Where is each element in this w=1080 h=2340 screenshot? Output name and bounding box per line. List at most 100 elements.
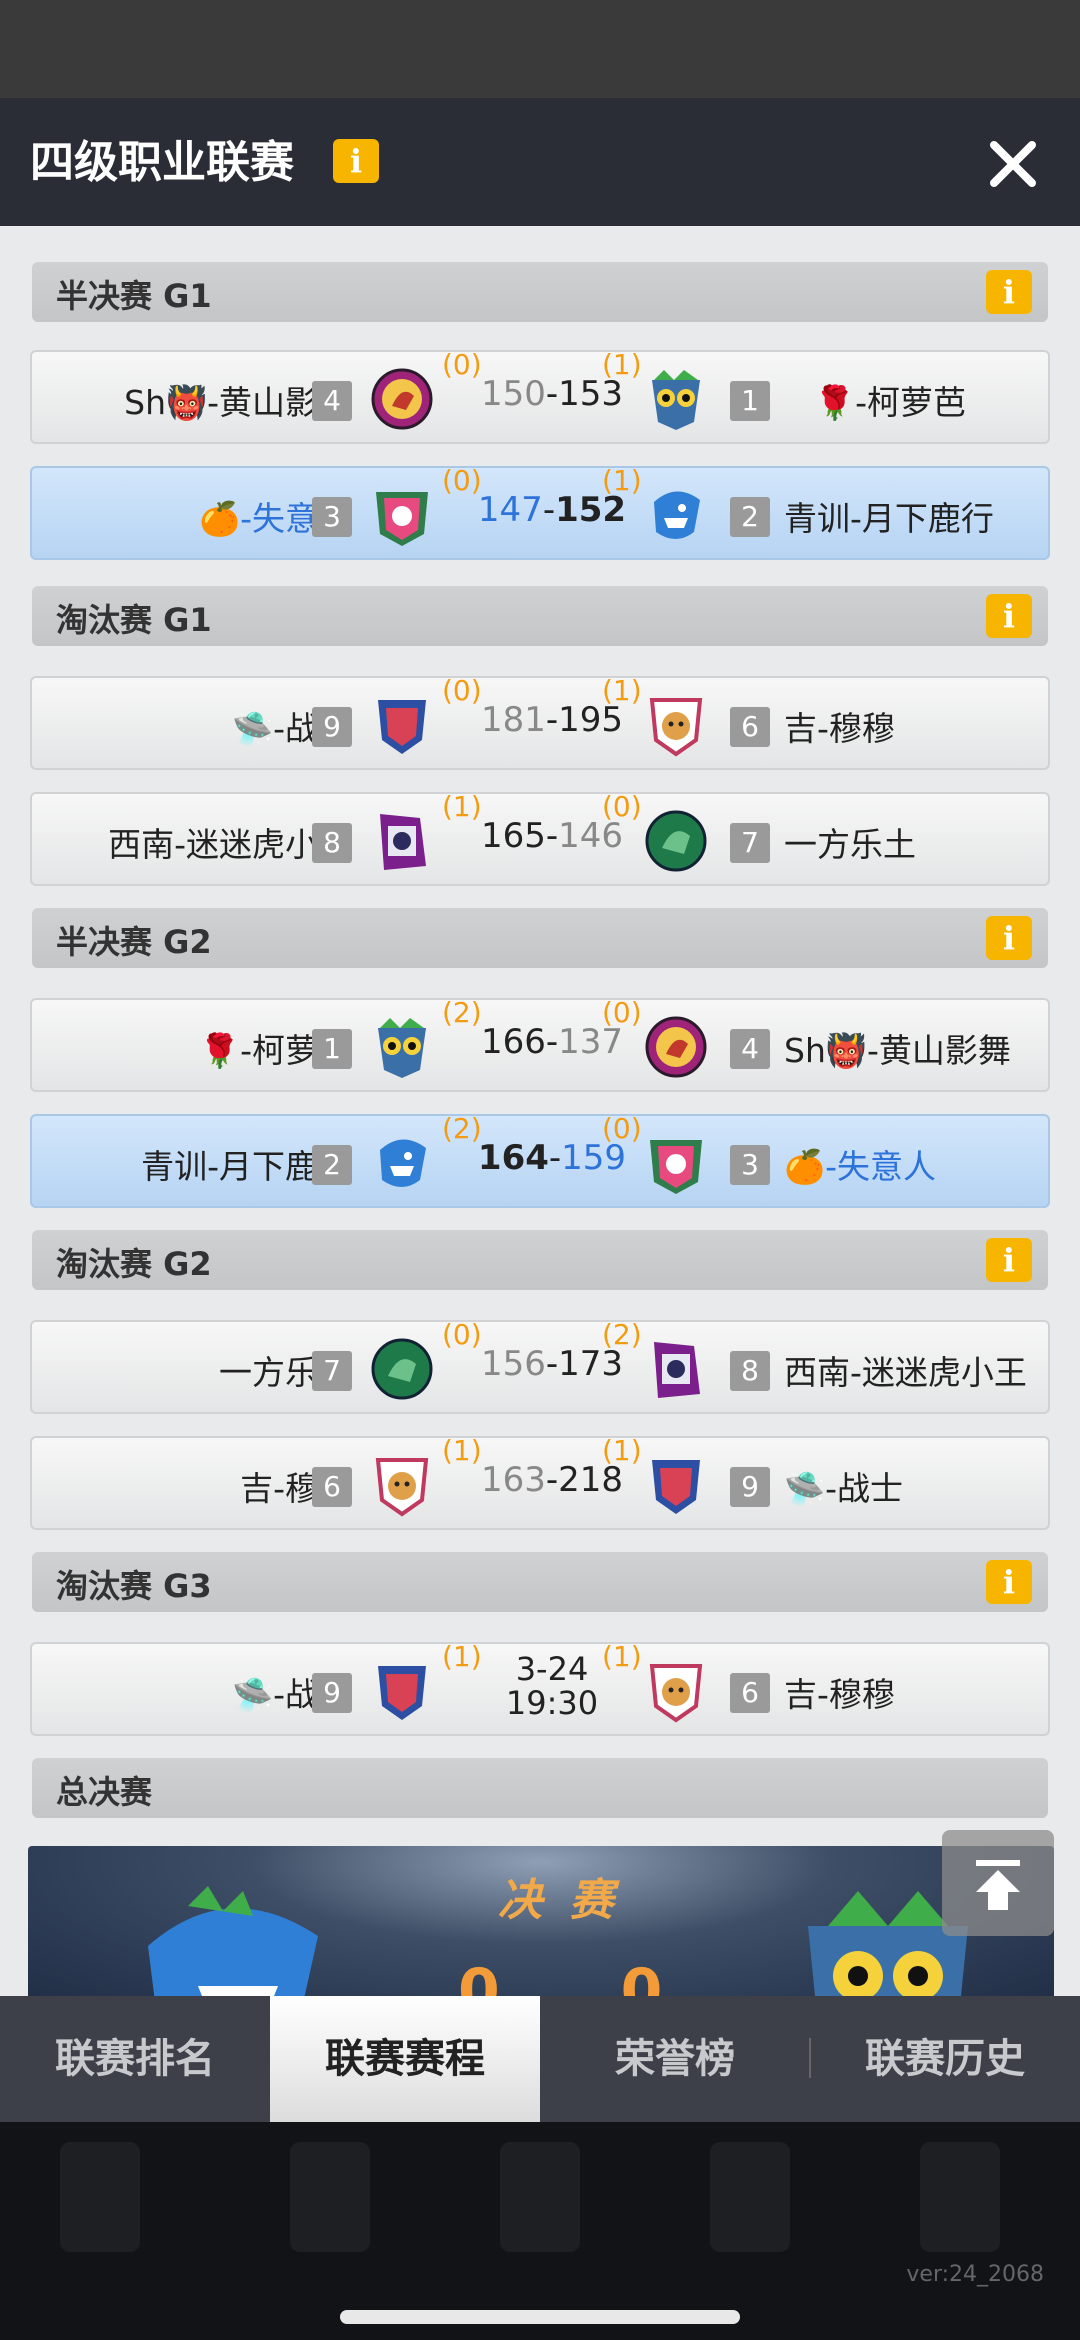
nav-ghost-icon <box>500 2142 580 2252</box>
score-dash: - <box>545 1022 559 1062</box>
right-series-wins: (1) <box>602 674 642 707</box>
right-series-wins: (1) <box>602 1434 642 1467</box>
right-team-name: 青训-月下鹿行 <box>784 499 994 538</box>
score-dash: - <box>545 816 559 856</box>
score-dash: - <box>545 374 559 414</box>
right-seed-badge: 3 <box>730 1145 770 1185</box>
left-score: 156 <box>480 1344 546 1384</box>
left-seed-badge: 2 <box>312 1145 352 1185</box>
section-header: 半决赛 G1 i <box>32 262 1048 322</box>
left-seed-badge: 9 <box>312 707 352 747</box>
section-header: 淘汰赛 G3 i <box>32 1552 1048 1612</box>
info-icon[interactable]: i <box>986 270 1032 314</box>
right-seed-badge: 2 <box>730 497 770 537</box>
right-team-name: 吉-穆穆 <box>784 709 895 748</box>
right-seed-badge: 4 <box>730 1029 770 1069</box>
bottom-navigation: ver:24_2068 <box>0 2122 1080 2340</box>
left-seed-badge: 9 <box>312 1673 352 1713</box>
dragon-team-logo-icon <box>371 1338 433 1400</box>
tab-league-ranking[interactable]: 联赛排名 <box>0 1996 270 2122</box>
match-row[interactable]: Sh👹-黄山影舞 4 (0) 150-153 (1) 1 🌹-柯萝芭 <box>30 348 1050 444</box>
final-score: 0 0 <box>458 1956 713 1996</box>
knight-team-logo-icon <box>378 1666 426 1720</box>
right-seed-badge: 1 <box>730 381 770 421</box>
right-team-name: 🛸-战士 <box>784 1469 903 1508</box>
knight-team-logo-icon <box>378 700 426 754</box>
left-score: 163 <box>480 1460 546 1500</box>
shark-team-logo-icon <box>380 1139 426 1187</box>
section-title: 淘汰赛 G3 <box>56 1567 212 1605</box>
right-series-wins: (0) <box>602 996 642 1029</box>
match-row[interactable]: 吉-穆穆 6 (1) 163-218 (1) 9 🛸-战士 <box>30 1434 1050 1530</box>
left-seed-badge: 7 <box>312 1351 352 1391</box>
left-score: 147 <box>477 490 543 530</box>
match-row[interactable]: 一方乐土 7 (0) 156-173 (2) 8 西南-迷迷虎小王 <box>30 1318 1050 1414</box>
score-dash: - <box>545 1344 559 1384</box>
arrow-up-to-top-icon <box>976 1860 1020 1910</box>
right-team-name: 一方乐土 <box>784 825 916 864</box>
owl-team-logo-icon <box>378 1018 426 1078</box>
final-title: 决 赛 <box>498 1875 620 1926</box>
right-seed-badge: 8 <box>730 1351 770 1391</box>
owl-team-logo-icon <box>652 370 700 430</box>
section-title: 半决赛 G1 <box>56 277 212 315</box>
status-bar <box>0 0 1080 98</box>
nav-ghost-icon <box>710 2142 790 2252</box>
section-title: 半决赛 G2 <box>56 923 212 961</box>
tiger-team-logo-icon <box>654 1342 700 1398</box>
section-header: 半决赛 G2 i <box>32 908 1048 968</box>
match-row-highlighted[interactable]: 🍊-失意人 3 (0) 147-152 (1) 2 青训-月下鹿行 <box>30 464 1050 560</box>
match-row[interactable]: 🌹-柯萝芭 1 (2) 166-137 (0) 4 Sh👹-黄山影舞 <box>30 996 1050 1092</box>
left-seed-badge: 8 <box>312 823 352 863</box>
shark-team-logo-icon <box>148 1886 318 1996</box>
left-seed-badge: 6 <box>312 1467 352 1507</box>
left-score: 150 <box>480 374 546 414</box>
shark-team-logo-icon <box>654 491 700 539</box>
nav-ghost-icon <box>290 2142 370 2252</box>
lynx-team-logo-icon <box>649 1664 703 1723</box>
section-title: 淘汰赛 G1 <box>56 601 212 639</box>
dragon-team-logo-icon <box>645 810 707 872</box>
info-icon[interactable]: i <box>986 1560 1032 1604</box>
match-row[interactable]: 🛸-战士 9 (1) 3-24 19:30 (1) 6 吉-穆穆 <box>30 1640 1050 1736</box>
section-header: 淘汰赛 G2 i <box>32 1230 1048 1290</box>
league-info-icon[interactable]: i <box>333 139 379 183</box>
match-row[interactable]: 西南-迷迷虎小王 8 (1) 165-146 (0) 7 一方乐土 <box>30 790 1050 886</box>
home-indicator[interactable] <box>340 2310 740 2324</box>
info-icon[interactable]: i <box>986 594 1032 638</box>
section-title: 淘汰赛 G2 <box>56 1245 212 1283</box>
scroll-to-top-button[interactable] <box>942 1830 1054 1936</box>
tiger-team-logo-icon <box>380 814 426 870</box>
bird-team-logo-icon <box>650 1140 702 1194</box>
version-label: ver:24_2068 <box>906 2262 1044 2287</box>
match-row-highlighted[interactable]: 青训-月下鹿行 2 (2) 164-159 (0) 3 🍊-失意人 <box>30 1112 1050 1208</box>
left-score: 166 <box>480 1022 546 1062</box>
right-seed-badge: 9 <box>730 1467 770 1507</box>
tab-league-history[interactable]: 联赛历史 <box>810 1996 1080 2122</box>
final-banner[interactable]: 决 赛 0 0 <box>28 1846 1054 1996</box>
right-seed-badge: 6 <box>730 707 770 747</box>
match-row[interactable]: 🛸-战士 9 (0) 181-195 (1) 6 吉-穆穆 <box>30 674 1050 770</box>
dialog-header: 四级职业联赛 <box>0 98 1080 226</box>
tab-bar: 联赛排名 联赛赛程 荣誉榜 联赛历史 <box>0 1996 1080 2122</box>
score-dash: - <box>548 1138 562 1178</box>
right-seed-badge: 6 <box>730 1673 770 1713</box>
left-seed-badge: 1 <box>312 1029 352 1069</box>
lynx-team-logo-icon <box>649 698 703 757</box>
info-icon[interactable]: i <box>986 1238 1032 1282</box>
tab-honor-roll[interactable]: 荣誉榜 <box>540 1996 810 2122</box>
right-series-wins: (1) <box>602 1640 642 1673</box>
section-title: 总决赛 <box>56 1773 153 1811</box>
right-team-name: 西南-迷迷虎小王 <box>784 1353 1027 1392</box>
close-icon[interactable] <box>984 135 1042 193</box>
info-icon[interactable]: i <box>986 916 1032 960</box>
right-series-wins: (0) <box>602 790 642 823</box>
right-series-wins: (0) <box>602 1112 642 1145</box>
tab-league-schedule[interactable]: 联赛赛程 <box>270 1996 540 2122</box>
schedule-list[interactable]: 半决赛 G1 i Sh👹-黄山影舞 4 (0) 150-153 (1) 1 🌹-… <box>0 226 1080 1996</box>
left-score: 164 <box>477 1138 549 1178</box>
knight-team-logo-icon <box>652 1460 700 1514</box>
left-seed-badge: 4 <box>312 381 352 421</box>
left-seed-badge: 3 <box>312 497 352 537</box>
section-header: 淘汰赛 G1 i <box>32 586 1048 646</box>
